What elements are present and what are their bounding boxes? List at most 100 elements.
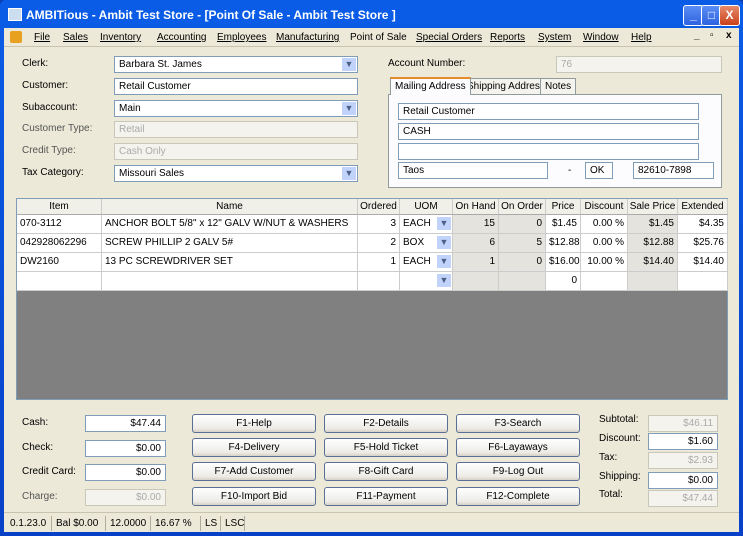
cell-discount[interactable]: 10.00 % bbox=[581, 253, 628, 272]
cell-discount[interactable]: 0.00 % bbox=[581, 234, 628, 253]
column-header-ordered[interactable]: Ordered bbox=[358, 199, 400, 215]
f6-layaways-button[interactable]: F6-Layaways bbox=[456, 438, 580, 457]
discount-field[interactable]: $1.60 bbox=[648, 433, 718, 450]
f1-help-button[interactable]: F1-Help bbox=[192, 414, 316, 433]
address-line2-input[interactable]: CASH bbox=[398, 123, 699, 140]
mdi-minimize-button[interactable]: _ bbox=[694, 30, 700, 41]
column-header-sale-price[interactable]: Sale Price bbox=[628, 199, 678, 215]
table-row[interactable]: 070-3112 ANCHOR BOLT 5/8" x 12" GALV W/NU… bbox=[17, 215, 728, 234]
line-items-grid[interactable]: Item Name Ordered UOM On Hand On Order Price Di… bbox=[16, 198, 728, 400]
column-header-uom[interactable]: UOM bbox=[400, 199, 453, 215]
menu-file[interactable]: File bbox=[34, 32, 50, 43]
shipping-field[interactable]: $0.00 bbox=[648, 472, 718, 489]
f5-hold-ticket-button[interactable]: F5-Hold Ticket bbox=[324, 438, 448, 457]
menu-window[interactable]: Window bbox=[583, 32, 619, 43]
f3-search-button[interactable]: F3-Search bbox=[456, 414, 580, 433]
city-input[interactable]: Taos bbox=[398, 162, 548, 179]
tab-mailing-address[interactable]: Mailing Address bbox=[390, 77, 471, 95]
menu-reports[interactable]: Reports bbox=[490, 32, 525, 43]
f2-details-button[interactable]: F2-Details bbox=[324, 414, 448, 433]
cell-ordered[interactable]: 2 bbox=[358, 234, 400, 253]
cell-ordered[interactable]: 3 bbox=[358, 215, 400, 234]
cell-discount[interactable] bbox=[581, 272, 628, 291]
subaccount-select[interactable]: Main ▼ bbox=[114, 100, 358, 117]
column-header-discount[interactable]: Discount bbox=[581, 199, 628, 215]
address-line1-input[interactable]: Retail Customer bbox=[398, 103, 699, 120]
f11-payment-button[interactable]: F11-Payment bbox=[324, 487, 448, 506]
cell-value: SCREW PHILLIP 2 GALV 5# bbox=[105, 237, 234, 248]
cell-value: 5 bbox=[536, 237, 542, 248]
column-header-extended[interactable]: Extended bbox=[678, 199, 728, 215]
cell-value: $14.40 bbox=[643, 256, 674, 267]
cell-value: 042928062296 bbox=[20, 237, 87, 248]
tab-notes[interactable]: Notes bbox=[540, 78, 577, 95]
cell-value: $12.88 bbox=[549, 237, 580, 248]
tab-shipping-address[interactable]: Shipping Address bbox=[462, 78, 550, 95]
cell-value: 0 bbox=[536, 218, 542, 229]
cell-uom[interactable]: EACH ▼ bbox=[400, 253, 453, 272]
menu-manufacturing[interactable]: Manufacturing bbox=[276, 32, 339, 43]
f8-gift-card-button[interactable]: F8-Gift Card bbox=[324, 462, 448, 481]
customer-input[interactable]: Retail Customer bbox=[114, 78, 358, 95]
menu-inventory[interactable]: Inventory bbox=[100, 32, 141, 43]
cell-uom[interactable]: EACH ▼ bbox=[400, 215, 453, 234]
cell-item: 070-3112 bbox=[17, 215, 102, 234]
table-row[interactable]: DW2160 13 PC SCREWDRIVER SET 1 EACH ▼ 1 0 $16.0… bbox=[17, 253, 728, 272]
column-header-on-hand[interactable]: On Hand bbox=[453, 199, 499, 215]
payment-cash-input[interactable]: $47.44 bbox=[85, 415, 166, 432]
menu-special-orders[interactable]: Special Orders bbox=[416, 32, 482, 43]
cell-extended: $4.35 bbox=[678, 215, 728, 234]
cell-uom[interactable]: ▼ bbox=[400, 272, 453, 291]
chevron-down-icon[interactable]: ▼ bbox=[437, 236, 451, 249]
chevron-down-icon[interactable]: ▼ bbox=[437, 217, 451, 230]
state-input[interactable]: OK bbox=[585, 162, 613, 179]
cell-value: 1 bbox=[489, 256, 495, 267]
cell-sale-price: $1.45 bbox=[628, 215, 678, 234]
clerk-select[interactable]: Barbara St. James ▼ bbox=[114, 56, 358, 73]
menu-employees[interactable]: Employees bbox=[217, 32, 266, 43]
status-panel: LS bbox=[201, 516, 221, 531]
chevron-down-icon[interactable]: ▼ bbox=[342, 102, 356, 115]
cell-discount[interactable]: 0.00 % bbox=[581, 215, 628, 234]
f10-import-bid-button[interactable]: F10-Import Bid bbox=[192, 487, 316, 506]
payment-check-input[interactable]: $0.00 bbox=[85, 440, 166, 457]
chevron-down-icon[interactable]: ▼ bbox=[437, 274, 451, 287]
payment-creditcard-input[interactable]: $0.00 bbox=[85, 464, 166, 481]
customer-type-label: Customer Type: bbox=[22, 123, 93, 134]
mdi-restore-button[interactable]: ▫ bbox=[710, 30, 714, 41]
cell-value: $4.35 bbox=[698, 218, 724, 229]
table-row[interactable]: ▼ 0 bbox=[17, 272, 728, 291]
payment-label: Charge: bbox=[22, 491, 58, 502]
chevron-down-icon[interactable]: ▼ bbox=[437, 255, 451, 268]
column-header-name[interactable]: Name bbox=[102, 199, 358, 215]
menu-system[interactable]: System bbox=[538, 32, 571, 43]
cell-on-order bbox=[499, 272, 546, 291]
f4-delivery-button[interactable]: F4-Delivery bbox=[192, 438, 316, 457]
column-header-price[interactable]: Price bbox=[546, 199, 581, 215]
f7-add-customer-button[interactable]: F7-Add Customer bbox=[192, 462, 316, 481]
zip-input[interactable]: 82610-7898 bbox=[633, 162, 714, 179]
f9-log-out-button[interactable]: F9-Log Out bbox=[456, 462, 580, 481]
cell-ordered[interactable] bbox=[358, 272, 400, 291]
address-line3-input[interactable] bbox=[398, 143, 699, 160]
table-row[interactable]: 042928062296 SCREW PHILLIP 2 GALV 5# 2 BOX ▼… bbox=[17, 234, 728, 253]
chevron-down-icon[interactable]: ▼ bbox=[342, 167, 356, 180]
menu-point-of-sale[interactable]: Point of Sale bbox=[350, 32, 407, 43]
cell-ordered[interactable]: 1 bbox=[358, 253, 400, 272]
menu-accounting[interactable]: Accounting bbox=[157, 32, 206, 43]
city-state-separator: - bbox=[568, 165, 572, 176]
menu-help[interactable]: Help bbox=[631, 32, 652, 43]
app-icon bbox=[8, 8, 22, 21]
clerk-label: Clerk: bbox=[22, 58, 49, 69]
mdi-close-button[interactable]: x bbox=[726, 30, 732, 41]
column-header-on-order[interactable]: On Order bbox=[499, 199, 546, 215]
close-button[interactable]: X bbox=[719, 5, 740, 26]
menu-sales[interactable]: Sales bbox=[63, 32, 88, 43]
cell-value: BOX bbox=[403, 237, 425, 248]
cell-value: $25.76 bbox=[693, 237, 724, 248]
tax-category-select[interactable]: Missouri Sales ▼ bbox=[114, 165, 358, 182]
chevron-down-icon[interactable]: ▼ bbox=[342, 58, 356, 71]
column-header-item[interactable]: Item bbox=[17, 199, 102, 215]
cell-uom[interactable]: BOX ▼ bbox=[400, 234, 453, 253]
f12-complete-button[interactable]: F12-Complete bbox=[456, 487, 580, 506]
